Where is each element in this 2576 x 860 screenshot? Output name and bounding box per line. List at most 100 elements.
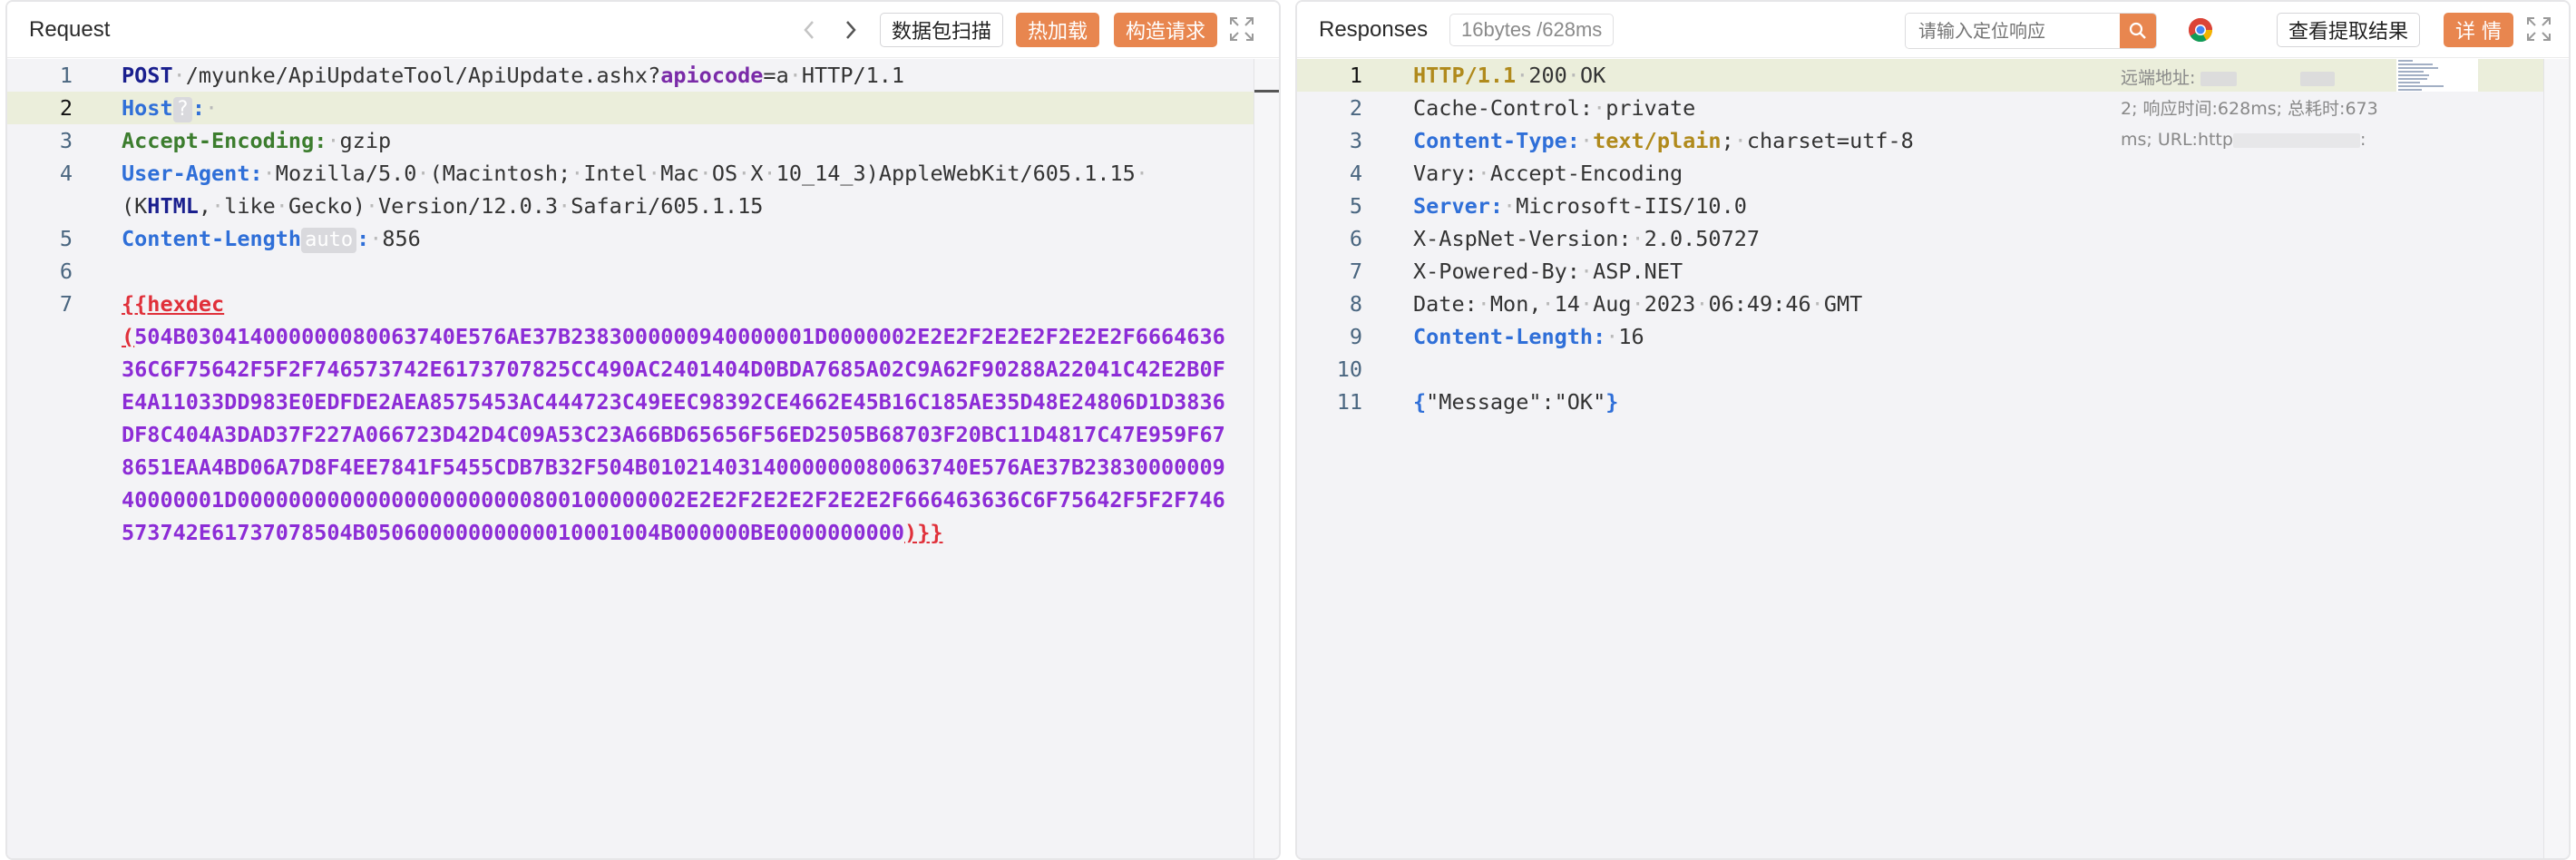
code-line: 10 bbox=[1297, 353, 2569, 386]
search-button[interactable] bbox=[2120, 14, 2156, 48]
request-path: /myunke/ApiUpdateTool/ApiUpdate.ashx? bbox=[185, 63, 661, 88]
code-line: 8 Date:·Mon,·14·Aug·2023·06:49:46·GMT bbox=[1297, 288, 2569, 320]
header-value: like bbox=[224, 193, 276, 219]
line-number: 5 bbox=[1349, 193, 1362, 219]
hex-payload: 8651EAA4BD06A7D8F4EE7841F5455CDB7B32F504… bbox=[122, 454, 1225, 480]
header-value: (K bbox=[122, 193, 148, 219]
header-value: OS bbox=[711, 161, 738, 186]
construct-request-button[interactable]: 构造请求 bbox=[1114, 13, 1218, 47]
header-key: Accept-Encoding: bbox=[122, 128, 327, 153]
header-value: , bbox=[198, 193, 212, 219]
timing-meta: 2; 响应时间:628ms; 总耗时:673 bbox=[2121, 99, 2378, 119]
chevron-right-icon[interactable] bbox=[834, 13, 867, 47]
locate-search-box bbox=[1905, 13, 2157, 49]
header-value: 856 bbox=[382, 226, 421, 251]
header-value: Intel bbox=[583, 161, 649, 186]
remote-address-label: 远端地址: bbox=[2121, 68, 2196, 88]
code-line: 4 User-Agent:·Mozilla/5.0·(Macintosh;·In… bbox=[7, 157, 1279, 190]
search-icon bbox=[2129, 22, 2146, 39]
packet-scan-button[interactable]: 数据包扫描 bbox=[880, 13, 1004, 47]
line-number: 2 bbox=[1349, 95, 1362, 121]
line-number: 6 bbox=[1349, 226, 1362, 251]
header-value: 10_14_3)AppleWebKit/605.1.15 bbox=[776, 161, 1136, 186]
expand-icon[interactable] bbox=[1228, 15, 1255, 43]
line-number: 7 bbox=[59, 291, 73, 317]
chevron-left-icon[interactable] bbox=[793, 13, 825, 47]
header-value: Accept-Encoding bbox=[1489, 161, 1683, 186]
hex-line: E4A11033DD983E0EDFDE2AEA8575453AC444723C… bbox=[7, 386, 1279, 418]
line-number: 4 bbox=[1349, 161, 1362, 186]
hex-payload: E4A11033DD983E0EDFDE2AEA8575453AC444723C… bbox=[122, 389, 1225, 415]
hot-load-button[interactable]: 热加载 bbox=[1016, 13, 1100, 47]
header-colon: : bbox=[356, 226, 370, 251]
request-scrollbar[interactable] bbox=[1254, 59, 1279, 858]
header-value: X bbox=[750, 161, 764, 186]
response-scrollbar[interactable] bbox=[2543, 59, 2569, 858]
response-body: "Message":"OK" bbox=[1426, 389, 1606, 415]
code-line-wrap: (KHTML,·like·Gecko)·Version/12.0.3·Safar… bbox=[122, 193, 764, 219]
line-number: 5 bbox=[59, 226, 73, 251]
hexdec-tag-open: {{hexdec bbox=[122, 291, 225, 317]
hexdec-tag-close: )}} bbox=[904, 520, 943, 545]
code-line: 4 Vary:·Accept-Encoding bbox=[1297, 157, 2569, 190]
response-header: Responses 16bytes /628ms 查看提取结果 详 情 bbox=[1297, 2, 2569, 58]
hex-payload: DF8C404A3DAD37F227A066723D42D4C09A53C23A… bbox=[122, 422, 1225, 447]
header-key: Server: bbox=[1413, 193, 1504, 219]
line-number: 2 bbox=[59, 95, 73, 121]
code-line: 5 Server:·Microsoft-IIS/10.0 bbox=[1297, 190, 2569, 222]
code-line: 5 Content-Length auto:·856 bbox=[7, 222, 1279, 255]
query-param: apiocode bbox=[660, 63, 764, 88]
locate-response-input[interactable] bbox=[1906, 14, 2118, 48]
header-value: Mac bbox=[660, 161, 699, 186]
query-value: =a bbox=[763, 63, 789, 88]
code-line: 7 X-Powered-By:·ASP.NET bbox=[1297, 255, 2569, 288]
hex-paren: ( bbox=[122, 324, 135, 349]
http-version: HTTP/1.1 bbox=[801, 63, 905, 88]
response-stats-badge: 16bytes /628ms bbox=[1449, 14, 1615, 46]
detail-button[interactable]: 详 情 bbox=[2444, 13, 2513, 47]
remote-address-meta: 远端地址: 2; 响应时间:628ms; 总耗时:673 ms; URL:htt… bbox=[2121, 63, 2378, 155]
request-editor[interactable]: 1 POST·/myunke/ApiUpdateTool/ApiUpdate.a… bbox=[7, 59, 1279, 858]
header-value: 14 bbox=[1554, 291, 1580, 317]
hex-payload: 504B030414000000080063740E576AE37B238300… bbox=[134, 324, 1225, 349]
header-value: Mon, bbox=[1489, 291, 1542, 317]
code-line: 1 POST·/myunke/ApiUpdateTool/ApiUpdate.a… bbox=[7, 59, 1279, 92]
header-value: text/plain bbox=[1593, 128, 1722, 153]
hex-line: (504B030414000000080063740E576AE37B23830… bbox=[7, 320, 1279, 353]
auto-tag: auto bbox=[301, 228, 357, 253]
hex-line: 573742E61737078504B050600000000000100010… bbox=[7, 516, 1279, 549]
code-line: 2 Host?:· bbox=[7, 92, 1279, 124]
line-number: 9 bbox=[1349, 324, 1362, 349]
hex-line: 36C6F75642F5F2F746573742E6173707825CC490… bbox=[7, 353, 1279, 386]
header-colon: : bbox=[191, 95, 205, 121]
header-value: ASP.NET bbox=[1593, 259, 1683, 284]
expand-icon[interactable] bbox=[2525, 15, 2552, 43]
status-text: OK bbox=[1579, 63, 1606, 88]
header-key: Content-Length bbox=[122, 226, 302, 251]
line-number: 10 bbox=[1336, 357, 1362, 382]
line-number: 3 bbox=[1349, 128, 1362, 153]
http-version: HTTP/1.1 bbox=[1413, 63, 1517, 88]
header-value: Mozilla/5.0 bbox=[275, 161, 417, 186]
hex-payload: 36C6F75642F5F2F746573742E6173707825CC490… bbox=[122, 357, 1225, 382]
header-value: HTML bbox=[147, 193, 199, 219]
chrome-icon[interactable] bbox=[2188, 17, 2213, 43]
response-title: Responses bbox=[1319, 16, 1429, 42]
response-editor[interactable]: 1 HTTP/1.1·200·OK 2 Cache-Control:·priva… bbox=[1297, 59, 2569, 858]
header-value: (Macintosh; bbox=[429, 161, 571, 186]
code-line: 6 X-AspNet-Version:·2.0.50727 bbox=[1297, 222, 2569, 255]
response-panel: Responses 16bytes /628ms 查看提取结果 详 情 1 HT… bbox=[1295, 0, 2571, 860]
json-brace: } bbox=[1605, 389, 1619, 415]
header-value: GMT bbox=[1823, 291, 1863, 317]
header-value: charset=utf-8 bbox=[1746, 128, 1914, 153]
header-key: Date: bbox=[1413, 291, 1478, 317]
view-extract-results-button[interactable]: 查看提取结果 bbox=[2277, 13, 2421, 47]
url-meta: ms; URL:http bbox=[2121, 130, 2233, 150]
line-number: 8 bbox=[1349, 291, 1362, 317]
redacted-ip bbox=[2300, 71, 2336, 86]
header-key: Host bbox=[122, 95, 173, 121]
request-title: Request bbox=[29, 16, 111, 42]
host-unknown-tag: ? bbox=[172, 97, 192, 122]
line-number: 11 bbox=[1336, 389, 1362, 415]
response-minimap[interactable] bbox=[2396, 59, 2478, 92]
